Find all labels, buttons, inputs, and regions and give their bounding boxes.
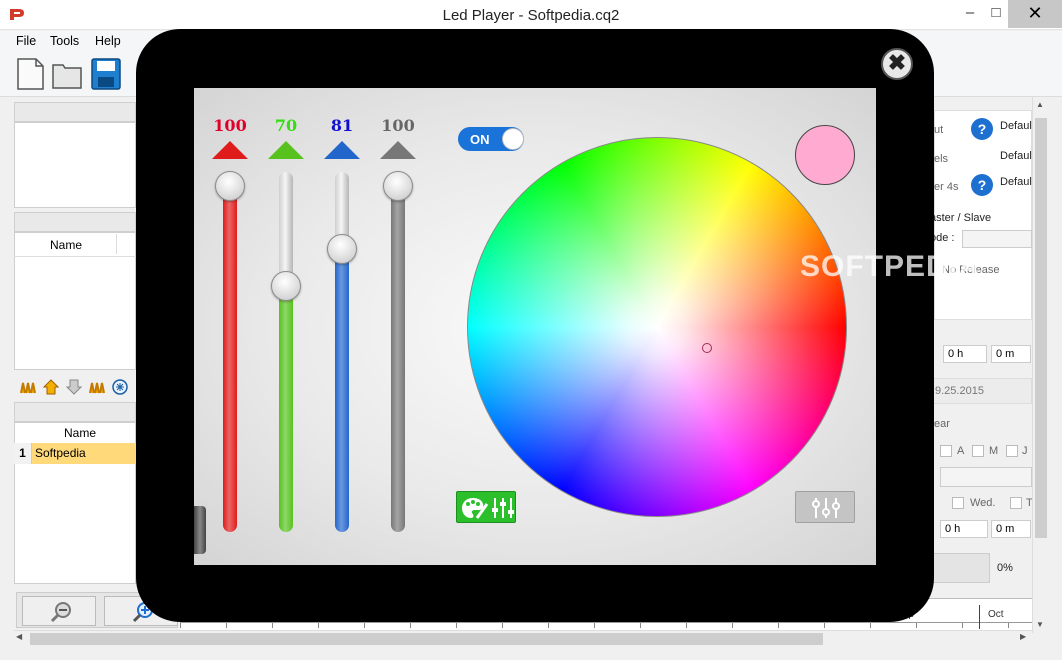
vertical-scroll-thumb[interactable] bbox=[1035, 118, 1047, 538]
increase-brightness-icon[interactable] bbox=[380, 141, 416, 159]
progress-bar bbox=[930, 553, 990, 583]
prop-label: els bbox=[934, 153, 949, 165]
zoom-out-button[interactable] bbox=[22, 596, 96, 626]
progress-percent: 0% bbox=[997, 562, 1013, 574]
sliders-icon bbox=[812, 498, 840, 518]
slider-thumb-brightness[interactable] bbox=[383, 171, 413, 201]
bulbs-icon[interactable] bbox=[20, 379, 36, 395]
watermark: SOFTPEDIA bbox=[800, 250, 981, 283]
dialog-close-button[interactable]: ✖ bbox=[881, 48, 913, 80]
increase-red-icon[interactable] bbox=[212, 141, 248, 159]
master-slave-label: aster / Slave bbox=[930, 212, 992, 224]
slider-value-blue: 81 bbox=[330, 116, 354, 135]
menu-help[interactable]: Help bbox=[95, 34, 121, 48]
hour-field[interactable]: 0 h bbox=[940, 520, 988, 538]
checkbox-label: M bbox=[989, 445, 999, 457]
checkbox[interactable] bbox=[1010, 497, 1022, 509]
row-index: 1 bbox=[14, 443, 32, 464]
slider-value-green: 70 bbox=[274, 116, 298, 135]
year-label: ear bbox=[934, 418, 950, 430]
color-preview-swatch bbox=[795, 125, 855, 185]
save-disk-icon[interactable] bbox=[90, 57, 122, 91]
checkbox[interactable] bbox=[1006, 445, 1018, 457]
slider-fill-green bbox=[279, 286, 293, 532]
default-value: Defaul bbox=[1000, 176, 1032, 188]
horizontal-scroll-thumb[interactable] bbox=[30, 633, 823, 645]
slider-fill-red bbox=[223, 186, 237, 532]
zoom-out-icon bbox=[50, 602, 71, 623]
maximize-button[interactable]: □ bbox=[982, 0, 1010, 28]
checkbox-label: J bbox=[1022, 445, 1028, 457]
help-icon[interactable]: ? bbox=[971, 118, 993, 140]
window-close-button[interactable]: ✕ bbox=[1008, 0, 1062, 28]
menu-tools[interactable]: Tools bbox=[50, 34, 79, 48]
checkbox-label: A bbox=[957, 445, 965, 457]
timeline-label: Oct bbox=[988, 609, 1004, 620]
color-wheel-marker[interactable] bbox=[702, 343, 712, 353]
column-divider bbox=[116, 234, 117, 254]
arrow-down-icon[interactable] bbox=[66, 379, 82, 395]
slider-value-red: 100 bbox=[213, 116, 247, 135]
prop-label: er 4s bbox=[934, 181, 959, 193]
header-divider bbox=[14, 256, 136, 257]
column-header-name[interactable]: Name bbox=[32, 238, 100, 252]
column-header-name-2[interactable]: Name bbox=[32, 426, 128, 440]
middle-list[interactable] bbox=[14, 232, 136, 370]
top-list[interactable] bbox=[14, 122, 136, 208]
slider-value-brightness: 100 bbox=[381, 116, 415, 135]
color-wheel[interactable] bbox=[467, 137, 847, 517]
slider-thumb-red[interactable] bbox=[215, 171, 245, 201]
sliders-mode-button[interactable] bbox=[795, 491, 855, 523]
increase-blue-icon[interactable] bbox=[324, 141, 360, 159]
mode-field[interactable] bbox=[962, 230, 1032, 248]
bulbs-alt-icon[interactable] bbox=[89, 379, 105, 395]
toggle-label: ON bbox=[470, 132, 490, 147]
prop-label: ut bbox=[934, 124, 944, 136]
menu-file[interactable]: File bbox=[16, 34, 36, 48]
default-value: Defaul bbox=[1000, 150, 1032, 162]
side-handle[interactable] bbox=[194, 506, 206, 554]
slider-thumb-green[interactable] bbox=[271, 271, 301, 302]
scroll-down-icon[interactable]: ▼ bbox=[1036, 620, 1044, 629]
dropdown[interactable] bbox=[940, 467, 1032, 487]
toggle-knob[interactable] bbox=[502, 128, 524, 150]
window-title: Led Player - Softpedia.cq2 bbox=[442, 7, 620, 24]
palette-mode-button[interactable] bbox=[456, 491, 516, 523]
grid-icon[interactable] bbox=[112, 379, 128, 395]
table-row[interactable]: Softpedia bbox=[32, 443, 136, 464]
panel-header-middle bbox=[14, 212, 136, 232]
status-bar bbox=[0, 648, 1062, 660]
increase-green-icon[interactable] bbox=[268, 141, 304, 159]
slider-fill-blue bbox=[335, 249, 349, 532]
checkbox[interactable] bbox=[972, 445, 984, 457]
hour-field[interactable]: 0 h bbox=[943, 345, 987, 363]
date-field[interactable]: 9.25.2015 bbox=[930, 378, 1032, 404]
default-value: Defaul bbox=[1000, 120, 1032, 132]
panel-header-top bbox=[14, 102, 136, 122]
minute-field[interactable]: 0 m bbox=[991, 345, 1031, 363]
checkbox[interactable] bbox=[952, 497, 964, 509]
new-file-icon[interactable] bbox=[14, 57, 46, 91]
scroll-right-icon[interactable]: ▶ bbox=[1020, 632, 1026, 641]
help-icon[interactable]: ? bbox=[971, 174, 993, 196]
timeline-ticks bbox=[180, 622, 1032, 628]
palette-sliders-icon bbox=[462, 498, 514, 519]
home-up-icon[interactable] bbox=[43, 379, 59, 395]
open-folder-icon[interactable] bbox=[51, 57, 83, 91]
checkbox[interactable] bbox=[940, 445, 952, 457]
slider-fill-brightness bbox=[391, 186, 405, 532]
checkbox-label: Wed. bbox=[970, 497, 996, 509]
panel-header-bottom bbox=[14, 402, 136, 422]
timeline-cursor bbox=[979, 605, 980, 629]
minute-field[interactable]: 0 m bbox=[991, 520, 1031, 538]
scroll-left-icon[interactable]: ◀ bbox=[16, 632, 22, 641]
scroll-up-icon[interactable]: ▲ bbox=[1036, 100, 1044, 109]
minimize-button[interactable]: – bbox=[956, 0, 984, 28]
